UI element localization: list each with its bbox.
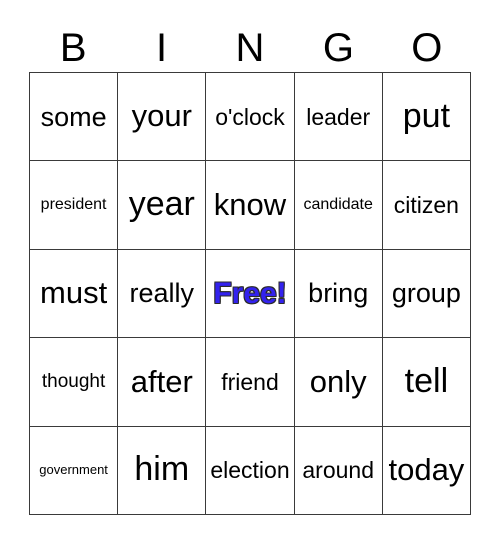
bingo-cell[interactable]: only	[294, 338, 383, 427]
bingo-cell-word: election	[210, 457, 290, 484]
bingo-cell-word: only	[309, 363, 367, 399]
bingo-cell[interactable]: some	[30, 73, 119, 162]
bingo-cell-word: year	[128, 185, 195, 224]
bingo-cell-word: bring	[308, 278, 369, 309]
bingo-cell[interactable]: really	[118, 249, 207, 339]
bingo-cell-word: know	[213, 186, 287, 222]
bingo-cell-word: friend	[221, 368, 279, 395]
bingo-cell[interactable]: today	[382, 426, 471, 515]
bingo-free-space-label: Free!	[213, 276, 287, 310]
bingo-cell-word: some	[40, 101, 107, 132]
bingo-cell-word: put	[402, 96, 451, 135]
bingo-cell-word: him	[134, 450, 190, 489]
bingo-cell[interactable]: citizen	[382, 161, 471, 250]
bingo-header-row: B I N G O	[29, 24, 471, 72]
bingo-cell-word: your	[131, 98, 192, 134]
bingo-cell[interactable]: president	[30, 161, 119, 250]
bingo-cell-word: tell	[404, 362, 449, 401]
bingo-cell[interactable]: know	[206, 161, 295, 250]
bingo-cell[interactable]: must	[30, 249, 119, 339]
bingo-cell-word: group	[391, 278, 461, 309]
bingo-cell-word: thought	[41, 370, 106, 392]
bingo-cell[interactable]: put	[382, 73, 471, 162]
bingo-cell[interactable]: election	[206, 426, 295, 515]
bingo-cell[interactable]: candidate	[294, 161, 383, 250]
bingo-cell[interactable]: leader	[294, 73, 383, 162]
bingo-cell[interactable]: after	[118, 338, 207, 427]
bingo-cell-word: o'clock	[215, 103, 285, 130]
bingo-header-letter-g: G	[322, 26, 354, 70]
bingo-cell[interactable]: group	[382, 249, 471, 339]
bingo-cell[interactable]: year	[118, 161, 207, 250]
bingo-cell-word: after	[130, 363, 193, 399]
bingo-cell[interactable]: thought	[30, 338, 119, 427]
bingo-cell[interactable]: o'clock	[206, 73, 295, 162]
bingo-cell[interactable]: tell	[382, 338, 471, 427]
bingo-free-space-cell[interactable]: Free!	[206, 249, 295, 339]
bingo-cell[interactable]: bring	[294, 249, 383, 339]
bingo-cell-word: president	[40, 195, 107, 213]
bingo-cell-word: really	[129, 278, 195, 309]
bingo-cell[interactable]: him	[118, 426, 207, 515]
bingo-cell-word: must	[40, 275, 108, 311]
bingo-header-letter-i: I	[156, 26, 168, 70]
bingo-cell[interactable]: around	[294, 426, 383, 515]
bingo-header-letter-b: B	[59, 26, 87, 70]
bingo-cell-word: government	[39, 462, 108, 478]
bingo-cell-word: today	[388, 452, 465, 488]
bingo-cell-word: candidate	[303, 195, 373, 213]
bingo-cell-word: around	[302, 457, 374, 484]
bingo-card: B I N G O some your o'clock leader put p…	[0, 0, 500, 544]
bingo-header-letter-o: O	[411, 26, 443, 70]
bingo-cell[interactable]: friend	[206, 338, 295, 427]
bingo-cell[interactable]: government	[30, 426, 119, 515]
bingo-cell[interactable]: your	[118, 73, 207, 162]
bingo-header-letter-n: N	[235, 26, 265, 70]
bingo-grid: some your o'clock leader put president y…	[29, 72, 471, 515]
bingo-cell-word: leader	[306, 103, 371, 130]
bingo-cell-word: citizen	[393, 192, 459, 219]
